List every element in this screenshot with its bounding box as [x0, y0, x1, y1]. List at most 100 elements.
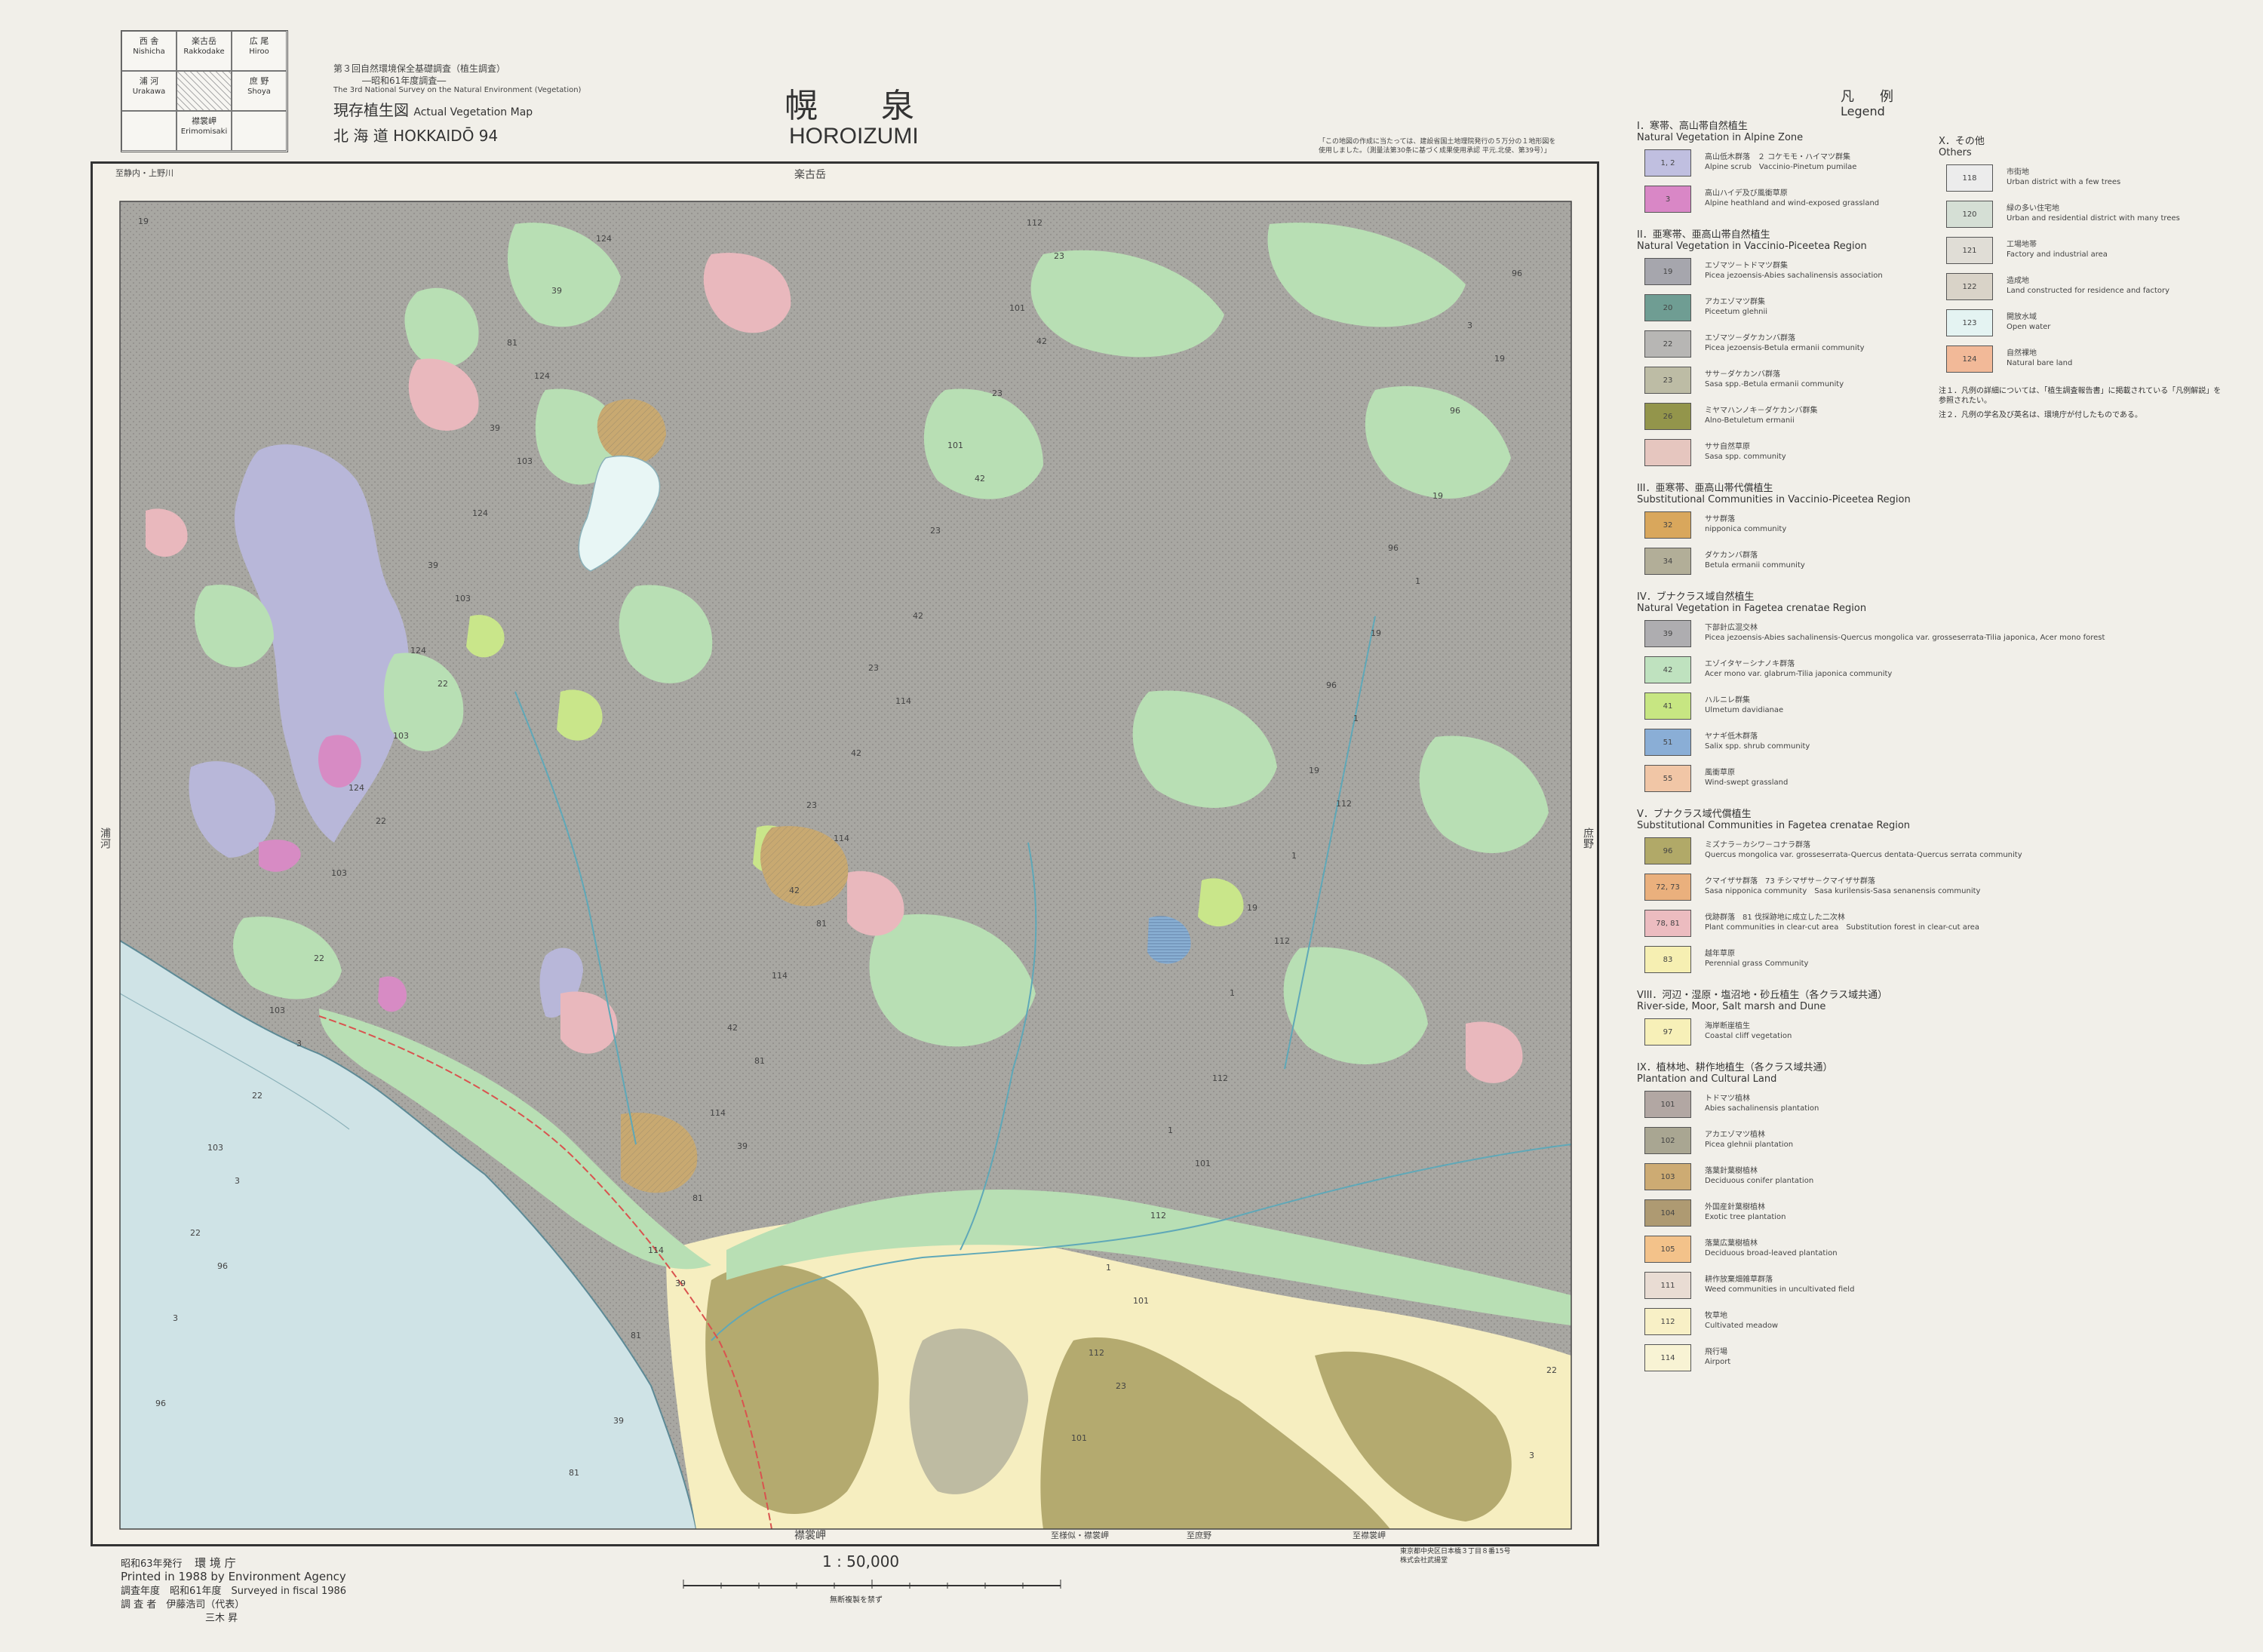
- legend-item: 103 落葉針葉樹植林 Deciduous conifer plantation: [1644, 1163, 1931, 1195]
- index-map: 西 舎 Nishicha 楽古岳 Rakkodake 広 尾 Hiroo 浦 河 Urakaw…: [121, 30, 288, 152]
- index-cell: 楽古岳 Rakkodake: [177, 31, 232, 71]
- edge-ref-top-left: 至静内・上野川: [115, 168, 173, 178]
- legend-item: 96 ミズナラ－カシワ－コナラ群落 Quercus mongolica var. g…: [1644, 837, 2022, 869]
- index-cell: [121, 111, 177, 151]
- legend-item: 105 落葉広葉樹植林 Deciduous broad-leaved plantat…: [1644, 1236, 1931, 1267]
- legend-label: アカエゾマツ植林 Picea glehnii plantation: [1705, 1130, 1793, 1150]
- vegetation-code-label: 1: [1168, 1125, 1173, 1135]
- index-cell: [177, 71, 232, 111]
- legend-swatch: 19: [1644, 258, 1691, 285]
- index-cell: [232, 111, 287, 151]
- index-cell-jp: 西 舎: [139, 36, 159, 46]
- page-title-en: HOROIZUMI: [789, 124, 919, 149]
- legend-label: 風衝草原 Wind-swept grassland: [1705, 768, 1788, 788]
- printer-name: 株式会社武揚堂: [1400, 1557, 1448, 1564]
- legend-item: 19 エゾマツ－トドマツ群集 Picea jezoensis-Abies sacha…: [1644, 258, 1931, 290]
- legend-label-jp: 市街地: [2007, 168, 2029, 177]
- vegetation-map[interactable]: 19 22 39 42 112 96 103 81 23 1 3 124 114 101 19 22 39 42 1…: [91, 161, 1599, 1546]
- legend-section-en: Substitutional Communities in Fagetea cr…: [1637, 820, 1911, 831]
- vegetation-code-label: 23: [992, 388, 1003, 398]
- printed-by: Printed in 1988 by Environment Agency: [121, 1570, 346, 1583]
- legend-swatch: 20: [1644, 294, 1691, 321]
- vegetation-code-label: 114: [648, 1245, 664, 1255]
- legend-label: 伐跡群落 81 伐採跡地に成立した二次林 Plant communities in…: [1705, 913, 1979, 932]
- edge-ref-bottom-2: 至庶野: [1187, 1531, 1211, 1540]
- index-cell-jp: 襟裳岬: [192, 116, 216, 126]
- legend-label: ダケカンバ群落 Betula ermanii community: [1705, 551, 1805, 570]
- legend-section-jp: V．ブナクラス域代償植生: [1637, 809, 1752, 820]
- map-type-en: Actual Vegetation Map: [413, 106, 533, 118]
- vegetation-code-label: 101: [947, 441, 963, 450]
- vegetation-code-label: 96: [1326, 680, 1337, 690]
- legend-label: トドマツ植林 Abies sachalinensis plantation: [1705, 1094, 1819, 1113]
- legend-label-en: Quercus mongolica var. grosseserrata-Que…: [1705, 851, 2022, 859]
- vegetation-code-label: 112: [1212, 1073, 1228, 1083]
- legend-label-jp: 牧草地: [1705, 1312, 1727, 1320]
- legend-swatch: 34: [1644, 548, 1691, 575]
- legend-swatch: 72, 73: [1644, 874, 1691, 901]
- legend-label-jp: ササ－ダケカンバ群落: [1705, 370, 1780, 379]
- vegetation-code-label: 23: [806, 800, 817, 810]
- vegetation-code-label: 112: [1027, 218, 1042, 228]
- legend-label-jp: 自然裸地: [2007, 349, 2037, 358]
- legend-label-jp: トドマツ植林: [1705, 1095, 1750, 1103]
- vegetation-code-label: 23: [868, 663, 879, 673]
- vegetation-map-canvas[interactable]: 19 22 39 42 112 96 103 81 23 1 3 124 114 101 19 22 39 42 1…: [93, 164, 1597, 1544]
- legend-item: 97 海岸断崖植生 Coastal cliff vegetation: [1644, 1018, 1931, 1050]
- vegetation-code-label: 3: [296, 1039, 302, 1049]
- vegetation-code-label: 1: [1230, 988, 1235, 998]
- vegetation-code-label: 96: [155, 1399, 166, 1408]
- index-cell-jp: 楽古岳: [192, 36, 216, 46]
- legend-label-en: Open water: [2007, 323, 2051, 331]
- vegetation-code-label: 112: [1274, 936, 1290, 946]
- legend-label: ササ群落 nipponica community: [1705, 514, 1786, 534]
- legend-label-en: Natural bare land: [2007, 359, 2073, 367]
- legend-item: 22 エゾマツ－ダケカンバ群落 Picea jezoensis-Betula erm…: [1644, 330, 1931, 362]
- legend-label-jp: 外国産針葉樹植林: [1705, 1203, 1765, 1211]
- region-label: 北 海 道 HOKKAIDŌ 94: [333, 127, 499, 145]
- legend-item: 124 自然裸地 Natural bare land: [1946, 345, 2233, 377]
- vegetation-code-label: 1: [1353, 714, 1359, 723]
- publish-year: 昭和63年発行: [121, 1558, 183, 1570]
- legend-label-en: Sasa nipponica community Sasa kurilensis…: [1705, 887, 1981, 895]
- legend-label: ミズナラ－カシワ－コナラ群落 Quercus mongolica var. gro…: [1705, 840, 2022, 860]
- index-cell: 浦 河 Urakawa: [121, 71, 177, 111]
- legend-item: 34 ダケカンバ群落 Betula ermanii community: [1644, 548, 1931, 579]
- legend-item: 104 外国産針葉樹植林 Exotic tree plantation: [1644, 1199, 1931, 1231]
- legend-label-jp: 工場地帯: [2007, 241, 2037, 249]
- legend-label: ハルニレ群集 Ulmetum davidianae: [1705, 695, 1783, 715]
- legend-label-jp: 海岸断崖植生: [1705, 1022, 1750, 1030]
- survey-year-jp: ―昭和61年度調査―: [362, 75, 447, 86]
- scale-ratio: 1 : 50,000: [822, 1552, 900, 1571]
- legend-item: 101 トドマツ植林 Abies sachalinensis plantation: [1644, 1091, 1931, 1122]
- legend-label-en: Exotic tree plantation: [1705, 1213, 1786, 1221]
- vegetation-code-label: 96: [1512, 269, 1522, 278]
- publish-info: 昭和63年発行 環 境 庁: [121, 1557, 236, 1571]
- legend-section-en: Plantation and Cultural Land: [1637, 1073, 1777, 1085]
- legend-label: エゾイタヤ－シナノキ群落 Acer mono var. glabrum-Tilia…: [1705, 659, 1892, 679]
- vegetation-code-label: 101: [1195, 1159, 1211, 1168]
- legend-section-heading: IX．植林地、耕作地植生（各クラス域共通） Plantation and Cult…: [1637, 1062, 1832, 1085]
- vegetation-code-label: 103: [269, 1006, 285, 1015]
- vegetation-code-label: 42: [1036, 336, 1047, 346]
- vegetation-code-label: 3: [1529, 1451, 1534, 1460]
- legend-label-en: Sasa spp.-Betula ermanii community: [1705, 380, 1844, 388]
- vegetation-code-label: 19: [1494, 354, 1505, 364]
- legend-swatch: 55: [1644, 765, 1691, 792]
- index-cell-jp: 広 尾: [249, 36, 269, 46]
- legend-label-en: Plant communities in clear-cut area Subs…: [1705, 923, 1980, 932]
- legend-label-jp: 造成地: [2007, 277, 2029, 285]
- legend-label: アカエゾマツ群集 Piceetum glehnii: [1705, 297, 1767, 317]
- legend-item: 83 越年草原 Perennial grass Community: [1644, 946, 1931, 978]
- legend-swatch: 3: [1644, 186, 1691, 213]
- legend-section-en: Natural Vegetation in Vaccinio-Piceetea …: [1637, 241, 1867, 252]
- legend-section-jp: II．亜寒帯、亜高山帯自然植生: [1637, 229, 1770, 241]
- legend-swatch: 41: [1644, 692, 1691, 720]
- vegetation-code-label: 124: [472, 508, 488, 518]
- vegetation-code-label: 101: [1133, 1296, 1149, 1306]
- legend-item: 42 エゾイタヤ－シナノキ群落 Acer mono var. glabrum-Til…: [1644, 656, 1931, 688]
- legend-item: 111 耕作放棄畑雑草群落 Weed communities in uncultiv…: [1644, 1272, 1931, 1303]
- index-cell: 西 舎 Nishicha: [121, 31, 177, 71]
- legend-label: 緑の多い住宅地 Urban and residential district wi…: [2007, 204, 2180, 223]
- vegetation-code-label: 81: [631, 1331, 641, 1340]
